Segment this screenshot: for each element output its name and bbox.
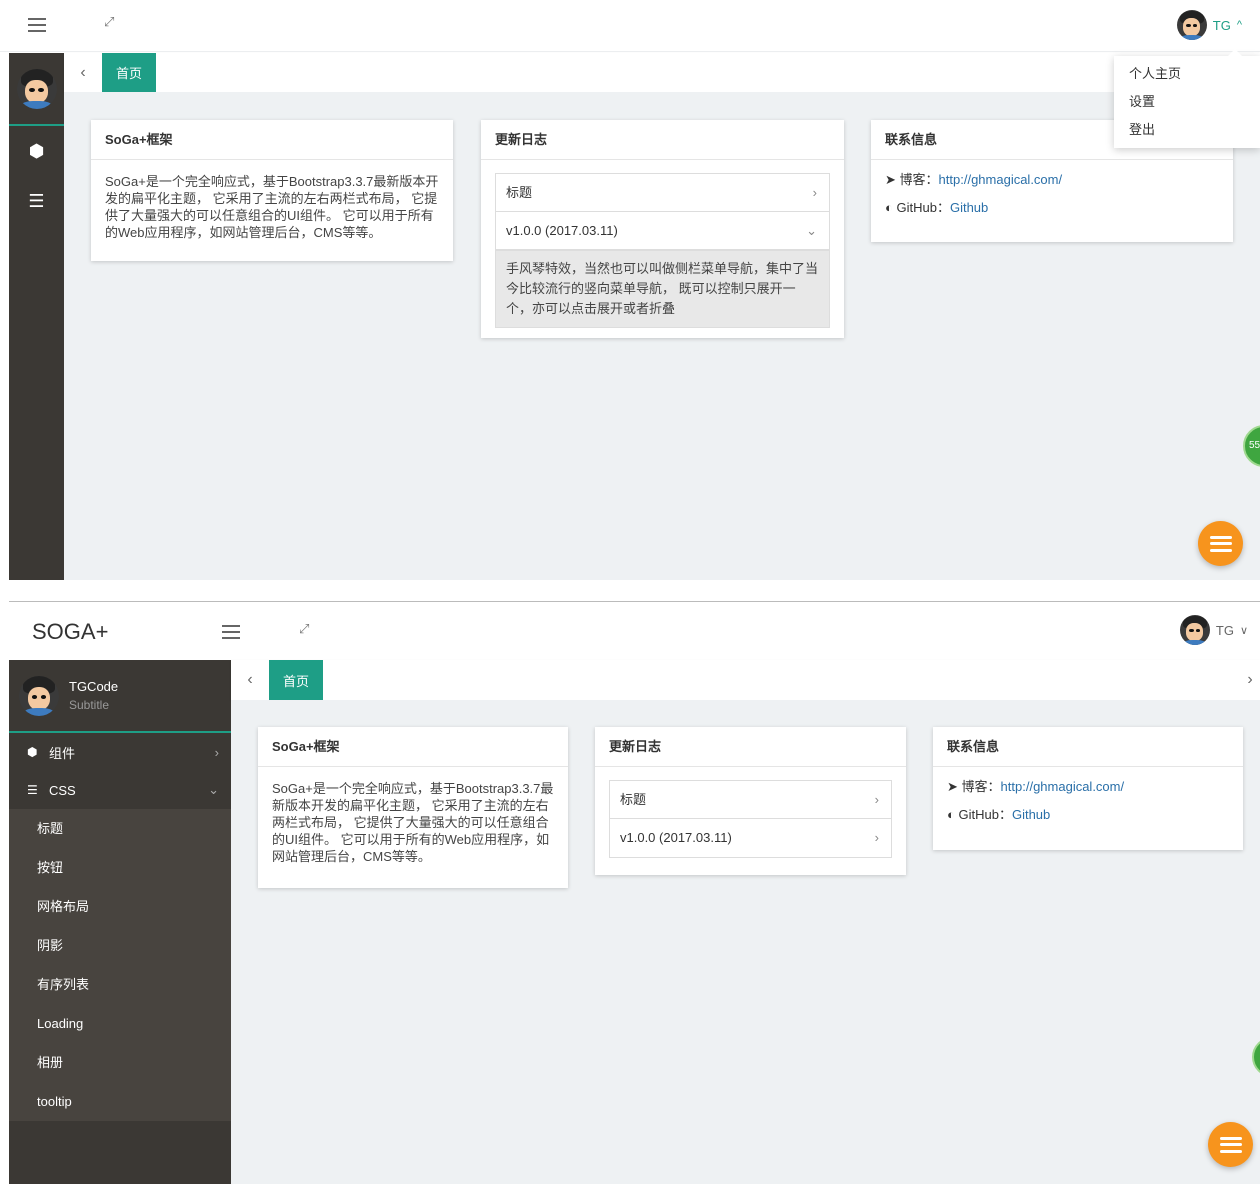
sidebar-profile	[9, 53, 64, 126]
sidebar: ⬢ ☰	[9, 53, 64, 580]
user-dropdown: 个人主页 设置 登出	[1114, 49, 1260, 148]
chevron-right-icon[interactable]: ›	[1240, 660, 1260, 700]
top-navbar: SOGA+ ⤢ TG ∨	[0, 603, 1260, 659]
user-name: TG	[1215, 622, 1234, 638]
cube-icon[interactable]: ⬢	[9, 126, 64, 176]
chevron-right-icon: ›	[214, 744, 219, 760]
avatar	[16, 68, 57, 109]
accordion-row[interactable]: 标题 ›	[610, 781, 891, 819]
card-title: 更新日志	[481, 120, 844, 160]
github-link[interactable]: Github	[950, 200, 988, 215]
chevron-left-icon[interactable]: ‹	[64, 53, 102, 92]
send-icon: ➤	[947, 779, 958, 794]
user-menu[interactable]: TG ∨	[1179, 615, 1248, 645]
blog-link[interactable]: http://ghmagical.com/	[939, 172, 1063, 187]
fullscreen-icon[interactable]: ⤢	[299, 621, 309, 637]
submenu-item-tooltip[interactable]: tooltip	[9, 1082, 231, 1121]
changelog-card: 更新日志 标题 › v1.0.0 (2017.03.11) ›	[595, 727, 906, 875]
chevron-right-icon: ›	[812, 185, 817, 200]
sidebar-item-components[interactable]: ⬢ 组件 ›	[9, 733, 231, 771]
accordion-row[interactable]: v1.0.0 (2017.03.11) ›	[610, 819, 891, 857]
divider	[9, 601, 1260, 602]
submenu-item-loading[interactable]: Loading	[9, 1004, 231, 1043]
fab-menu-button[interactable]	[1208, 1122, 1253, 1167]
contact-card: 联系信息 ➤ 博客：http://ghmagical.com/ ◐ GitHub…	[933, 727, 1243, 850]
submenu-item-list[interactable]: 有序列表	[9, 965, 231, 1004]
chevron-left-icon[interactable]: ‹	[231, 660, 269, 700]
menu-toggle-icon[interactable]	[28, 18, 46, 32]
accordion-row[interactable]: v1.0.0 (2017.03.11) ⌄	[496, 212, 829, 250]
blog-line: ➤ 博客：http://ghmagical.com/	[947, 779, 1125, 794]
chevron-down-icon: ⌄	[806, 223, 817, 238]
tab-bar: ‹ 首页	[64, 53, 1260, 92]
accordion-panel: 手风琴特效，当然也可以叫做侧栏菜单导航，集中了当今比较流行的竖向菜单导航， 既可…	[496, 250, 829, 327]
avatar	[1176, 10, 1207, 40]
dropdown-settings[interactable]: 设置	[1114, 88, 1260, 116]
card-body: SoGa+是一个完全响应式，基于Bootstrap3.3.7最新版本开发的扁平化…	[272, 781, 554, 864]
card-title: SoGa+框架	[91, 120, 453, 160]
card-title: 联系信息	[933, 727, 1243, 767]
expanded-layout: SOGA+ ⤢ TG ∨ TGCode Subtitle ⬢ 组件 › ☰ CS…	[0, 603, 1260, 1184]
card-title: 更新日志	[595, 727, 906, 767]
tab-home[interactable]: 首页	[269, 660, 324, 700]
css3-icon[interactable]: ☰	[9, 176, 64, 226]
collapsed-layout: ⤢ TG ^ 个人主页 设置 登出 ⬢ ☰ ‹ 首页 SoGa+框架 SoGa+…	[0, 0, 1260, 580]
framework-card: SoGa+框架 SoGa+是一个完全响应式，基于Bootstrap3.3.7最新…	[258, 727, 568, 888]
github-icon: ◐	[885, 200, 893, 215]
avatar	[19, 675, 59, 716]
menu-icon	[1209, 535, 1232, 552]
sidebar-item-css[interactable]: ☰ CSS ⌄	[9, 771, 231, 809]
menu-icon	[1219, 1136, 1242, 1153]
menu-toggle-icon[interactable]	[222, 625, 240, 639]
main-content: SoGa+框架 SoGa+是一个完全响应式，基于Bootstrap3.3.7最新…	[64, 92, 1260, 580]
avatar	[1179, 615, 1210, 645]
fab-menu-button[interactable]	[1198, 521, 1243, 566]
tab-bar: ‹ 首页 ›	[231, 660, 1260, 700]
github-icon: ◐	[947, 807, 955, 822]
css-submenu: 标题 按钮 网格布局 阴影 有序列表 Loading 相册 tooltip	[9, 809, 231, 1121]
blog-link[interactable]: http://ghmagical.com/	[1001, 779, 1125, 794]
submenu-item-album[interactable]: 相册	[9, 1043, 231, 1082]
github-line: ◐ GitHub：Github	[885, 200, 989, 215]
main-content: SoGa+框架 SoGa+是一个完全响应式，基于Bootstrap3.3.7最新…	[231, 700, 1260, 1184]
profile-subtitle: Subtitle	[69, 697, 110, 712]
brand-logo[interactable]: SOGA+	[32, 619, 108, 645]
accordion-row[interactable]: 标题 ›	[496, 174, 829, 212]
chevron-right-icon: ›	[874, 830, 879, 845]
dropdown-profile[interactable]: 个人主页	[1114, 60, 1260, 88]
card-body: SoGa+是一个完全响应式，基于Bootstrap3.3.7最新版本开发的扁平化…	[105, 174, 439, 240]
fullscreen-icon[interactable]: ⤢	[104, 14, 114, 30]
submenu-item-button[interactable]: 按钮	[9, 848, 231, 887]
css3-icon: ☰	[27, 783, 38, 797]
accordion: 标题 › v1.0.0 (2017.03.11) ›	[609, 780, 892, 858]
top-navbar: ⤢ TG ^	[0, 0, 1260, 52]
github-line: ◐ GitHub：Github	[947, 807, 1051, 822]
framework-card: SoGa+框架 SoGa+是一个完全响应式，基于Bootstrap3.3.7最新…	[91, 120, 453, 261]
changelog-card: 更新日志 标题 › v1.0.0 (2017.03.11) ⌄ 手风琴特效，当然…	[481, 120, 844, 338]
chevron-down-icon: ⌄	[208, 782, 219, 797]
send-icon: ➤	[885, 172, 896, 187]
sidebar-profile: TGCode Subtitle	[9, 660, 231, 733]
accordion: 标题 › v1.0.0 (2017.03.11) ⌄ 手风琴特效，当然也可以叫做…	[495, 173, 830, 328]
profile-name: TGCode	[69, 678, 119, 694]
chevron-down-icon: ∨	[1239, 624, 1248, 637]
chevron-up-icon: ^	[1236, 19, 1242, 31]
dropdown-logout[interactable]: 登出	[1114, 116, 1260, 144]
cube-icon: ⬢	[27, 745, 38, 759]
card-title: SoGa+框架	[258, 727, 568, 767]
submenu-item-title[interactable]: 标题	[9, 809, 231, 848]
user-name: TG	[1212, 17, 1231, 33]
sidebar: TGCode Subtitle ⬢ 组件 › ☰ CSS ⌄ 标题 按钮 网格布…	[9, 660, 231, 1184]
user-menu[interactable]: TG ^	[1176, 10, 1242, 40]
github-link[interactable]: Github	[1012, 807, 1050, 822]
submenu-item-grid[interactable]: 网格布局	[9, 887, 231, 926]
chevron-right-icon: ›	[874, 792, 879, 807]
blog-line: ➤ 博客：http://ghmagical.com/	[885, 172, 1063, 187]
submenu-item-shadow[interactable]: 阴影	[9, 926, 231, 965]
tab-home[interactable]: 首页	[102, 53, 157, 92]
